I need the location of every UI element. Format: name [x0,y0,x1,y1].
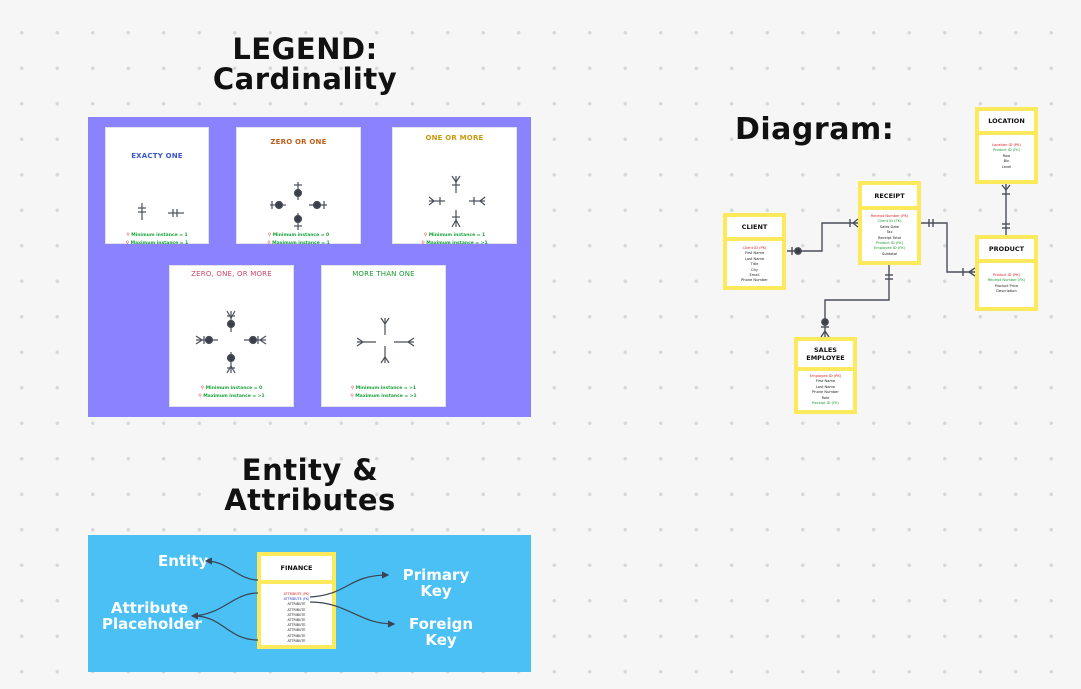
entity-attributes: Employee ID (PK) First Name Last Name Phone… [798,371,853,410]
min-instance-label: ⚲ Minimum instance = 0 [200,386,263,391]
max-instance-label: ⚲ Maximum instance = >1 [350,394,417,399]
attribute-arrow-top [190,592,259,620]
entity-attributes-title: Entity & Attributes [210,455,410,516]
min-instance-label: ⚲ Minimum instance = 1 [126,233,188,238]
entity-name: SALES EMPLOYEE [798,341,853,371]
attribute-item: Description [996,289,1017,294]
legend-title-line1: LEGEND: [232,32,378,66]
max-instance-label: ⚲ Maximum instance = >1 [421,241,488,246]
max-instance-label: ⚲ Maximum instance = 1 [267,241,330,246]
attribute-item: Phone Number [741,278,768,283]
max-instance-label: ⚲ Maximum instance = 1 [125,241,189,246]
entity-attributes-panel[interactable]: Entity Attribute Placeholder Primary Key… [88,535,531,672]
entity-finance[interactable]: FINANCE ATTRIBUTE (PK) ATTRIBUTE (FK) ATTR… [257,552,336,649]
entity-receipt[interactable]: RECEIPT Receipt Number (PK) Client ID (FK… [858,181,921,265]
card-exactly-one[interactable]: EXACTY ONE ⚲ Minimum instance = 1 ⚲ Maxi… [105,127,209,246]
entity-attributes: Client ID (PK) First Name Last Name Title Ci… [727,241,782,286]
entity-sales-employee[interactable]: SALES EMPLOYEE Employee ID (PK) First Nam… [794,337,857,414]
entity-name: CLIENT [727,217,782,241]
entity-title-line2: Attributes [224,483,396,518]
entity-label: Entity [158,552,209,570]
legend-title: LEGEND: Cardinality [200,34,410,95]
min-instance-label: ⚲ Minimum instance = >1 [350,386,417,391]
card-zero-one-or-more[interactable]: ZERO, ONE, OR MORE ⚲ Minimum instance = … [169,265,294,407]
one-or-more-notation-icon [428,175,486,228]
min-instance-label: ⚲ Minimum instance = 0 [267,233,330,238]
client-receipt-line [787,222,858,252]
foreign-key-label: Foreign Key [408,615,474,649]
min-instance-label: ⚲ Minimum instance = 1 [423,233,486,238]
entity-client[interactable]: CLIENT Client ID (PK) First Name Last Name… [723,213,786,290]
entity-attributes: Receipt Number (PK) Client ID (FK) Sales D… [862,210,917,261]
exactly-one-notation-icon [138,203,184,220]
entity-product[interactable]: PRODUCT Product ID (PK) Receipt Number (F… [975,235,1038,311]
card-one-or-more[interactable]: ONE OR MORE ⚲ Minimum instance = 1 ⚲ Max… [392,127,517,246]
card-more-than-one[interactable]: MORE THAN ONE ⚲ Minimum instance = >1 ⚲ … [321,265,446,407]
entity-name: PRODUCT [979,239,1034,263]
attribute-item: Subtotal [881,251,898,256]
attribute-item: ATTRIBUTE [287,638,306,643]
entity-location[interactable]: LOCATION Location ID (PK) Product ID (FK)… [975,107,1038,184]
entity-name: LOCATION [979,111,1034,135]
receipt-employee-line [824,264,890,338]
cardinality-legend-panel[interactable]: EXACTY ONE ⚲ Minimum instance = 1 ⚲ Maxi… [88,117,531,417]
attribute-item: Receipt ID (FK) [812,401,839,406]
zero-or-one-notation-icon [270,182,327,230]
entity-attributes: Location ID (PK) Product ID (FK) Row Bin Lev… [979,135,1034,180]
attribute-placeholder-label: Attribute Placeholder [102,599,202,633]
diagram-title: Diagram: [735,112,895,147]
entity-attributes: Product ID (PK) Receipt Number (FK) Produc… [979,263,1034,307]
legend-title-line2: Cardinality [212,62,398,97]
max-instance-label: ⚲ Maximum instance = >1 [198,394,265,399]
entity-title-line1: Entity & [241,453,379,487]
entity-attributes: ATTRIBUTE (PK) ATTRIBUTE (FK) ATTRIBUTE ATT… [261,584,332,645]
attribute-arrow-bottom [193,615,259,641]
card-zero-or-one[interactable]: ZERO OR ONE ⚲ Minimum instance = 0 ⚲ Max… [236,127,361,246]
entity-arrow [204,557,259,581]
entity-name: RECEIPT [862,185,917,210]
entity-name: FINANCE [261,556,332,584]
attribute-item: Level [1001,164,1012,169]
receipt-product-line [920,222,975,273]
primary-key-label: Primary Key [402,566,470,600]
